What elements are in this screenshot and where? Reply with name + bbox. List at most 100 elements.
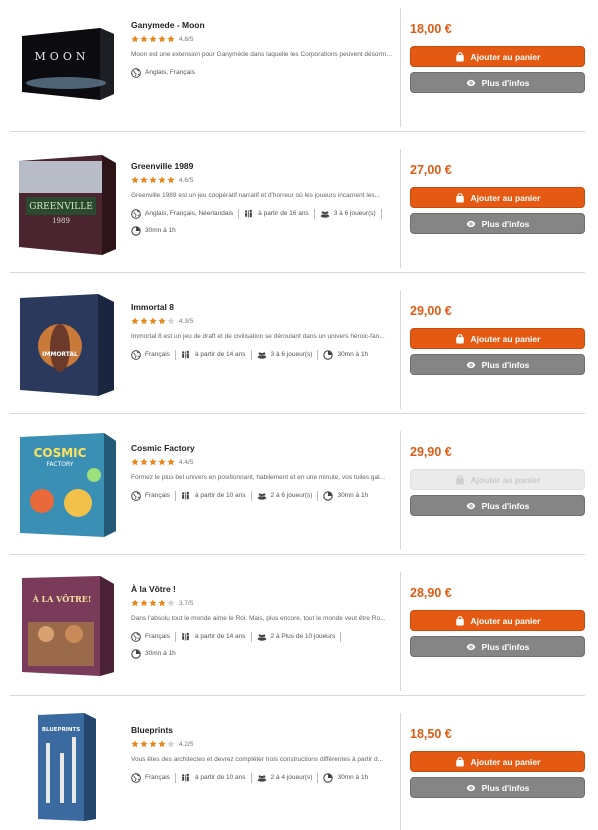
product-image[interactable]: GREENVILLE 1989 [16, 149, 118, 257]
globe-icon [131, 632, 145, 642]
more-info-button[interactable]: Plus d'infos [410, 72, 585, 93]
column-separator [400, 713, 401, 830]
players-group-icon [257, 632, 271, 642]
rating-value: 3.7/5 [179, 599, 194, 607]
product-card: MOON Ganymede - Moon 4.8/5 Moon est une … [0, 0, 598, 141]
product-rating: 4.3/5 [131, 317, 393, 325]
add-to-cart-button: Ajouter au panier [410, 469, 585, 490]
rating-value: 4.3/5 [179, 317, 194, 325]
meta-age: à partir de 16 ans [244, 209, 315, 219]
add-to-cart-button[interactable]: Ajouter au panier [410, 751, 585, 772]
more-info-button[interactable]: Plus d'infos [410, 213, 585, 234]
product-price: 29,00 € [410, 304, 452, 318]
add-to-cart-button[interactable]: Ajouter au panier [410, 187, 585, 208]
globe-icon [131, 209, 145, 219]
product-image[interactable]: COSMIC FACTORY [16, 431, 118, 539]
product-rating: 4.2/5 [131, 740, 393, 748]
age-people-icon [181, 350, 195, 360]
star-icon [167, 317, 175, 325]
rating-stars [131, 458, 176, 466]
star-icon [167, 176, 175, 184]
clock-icon [323, 773, 337, 783]
product-title[interactable]: À la Vôtre ! [131, 584, 393, 595]
meta-age: à partir de 14 ans [181, 350, 252, 360]
add-to-cart-label: Ajouter au panier [470, 474, 541, 485]
product-image[interactable]: À LA VÔTRE! [16, 572, 118, 680]
star-icon [149, 35, 157, 43]
product-info: Greenville 1989 4.6/5 Greenville 1989 es… [131, 161, 393, 236]
product-meta: Anglais, Français [131, 68, 393, 78]
meta-duration: 30mn à 1h [323, 773, 373, 783]
product-description: Formez le plus bel univers en positionna… [131, 474, 386, 481]
star-icon [149, 317, 157, 325]
meta-duration-text: 30mn à 1h [145, 650, 176, 657]
meta-languages-text: Français [145, 774, 170, 781]
add-to-cart-button[interactable]: Ajouter au panier [410, 46, 585, 67]
more-info-button[interactable]: Plus d'infos [410, 636, 585, 657]
column-separator [400, 431, 401, 550]
column-separator [400, 149, 401, 268]
meta-age-text: à partir de 14 ans [194, 351, 246, 358]
star-icon [158, 317, 166, 325]
star-icon [131, 458, 139, 466]
meta-duration: 30mn à 1h [323, 491, 373, 501]
add-to-cart-label: Ajouter au panier [470, 51, 541, 62]
product-image[interactable]: MOON [16, 8, 118, 116]
cover-title-text: GREENVILLE [29, 202, 93, 212]
product-title[interactable]: Ganymede - Moon [131, 20, 393, 31]
star-icon [158, 35, 166, 43]
cover-title-text: COSMIC [34, 446, 87, 460]
eye-icon [466, 501, 482, 511]
meta-duration: 30mn à 1h [131, 649, 181, 659]
shopping-bag-icon [455, 474, 471, 485]
shopping-bag-icon [455, 756, 471, 767]
rating-value: 4.4/5 [179, 458, 194, 466]
product-title[interactable]: Greenville 1989 [131, 161, 393, 172]
meta-players-text: 2 à 4 joueur(s) [270, 774, 313, 781]
add-to-cart-button[interactable]: Ajouter au panier [410, 328, 585, 349]
meta-duration-text: 30mn à 1h [337, 492, 369, 499]
star-icon [131, 317, 139, 325]
more-info-label: Plus d'infos [481, 641, 530, 652]
add-to-cart-label: Ajouter au panier [470, 333, 541, 344]
star-icon [158, 458, 166, 466]
meta-languages-text: Français [145, 351, 170, 358]
rating-stars [131, 317, 176, 325]
product-title[interactable]: Cosmic Factory [131, 443, 393, 454]
more-info-button[interactable]: Plus d'infos [410, 777, 585, 798]
age-people-icon [244, 209, 258, 219]
product-image[interactable]: BLUEPRINTS [16, 713, 118, 821]
product-rating: 4.6/5 [131, 176, 393, 184]
meta-players: 3 à 6 joueur(s) [320, 209, 382, 219]
star-icon [167, 740, 175, 748]
more-info-button[interactable]: Plus d'infos [410, 354, 585, 375]
product-title[interactable]: Immortal 8 [131, 302, 393, 313]
clock-icon [323, 350, 337, 360]
meta-languages: Français [131, 491, 176, 501]
product-card: À LA VÔTRE! À la Vôtre ! 3.7/5 Dans l'ab… [0, 564, 598, 705]
meta-age: à partir de 14 ans [181, 632, 252, 642]
product-info: Cosmic Factory 4.4/5 Formez le plus bel … [131, 443, 393, 501]
meta-languages: Français [131, 350, 176, 360]
product-title[interactable]: Blueprints [131, 725, 393, 736]
product-meta: Anglais, Français, Néerlandais à partir d… [131, 209, 393, 236]
meta-duration: 30mn à 1h [323, 350, 373, 360]
add-to-cart-button[interactable]: Ajouter au panier [410, 610, 585, 631]
rating-value: 4.2/5 [179, 740, 194, 748]
players-group-icon [257, 350, 271, 360]
star-icon [140, 599, 148, 607]
product-image[interactable]: IMMORTAL [16, 290, 118, 398]
star-icon [158, 176, 166, 184]
product-price: 27,00 € [410, 163, 452, 177]
product-info: Ganymede - Moon 4.8/5 Moon est une exten… [131, 20, 393, 78]
meta-age-text: à partir de 16 ans [258, 210, 309, 217]
clock-icon [131, 226, 145, 236]
more-info-label: Plus d'infos [481, 359, 530, 370]
svg-text:1989: 1989 [52, 217, 70, 225]
star-icon [149, 740, 157, 748]
product-card: GREENVILLE 1989 Greenville 1989 4.6/5 Gre… [0, 141, 598, 282]
product-description: Immortal 8 est un jeu de draft et de civ… [131, 333, 385, 340]
rating-stars [131, 740, 176, 748]
star-icon [140, 740, 148, 748]
more-info-button[interactable]: Plus d'infos [410, 495, 585, 516]
